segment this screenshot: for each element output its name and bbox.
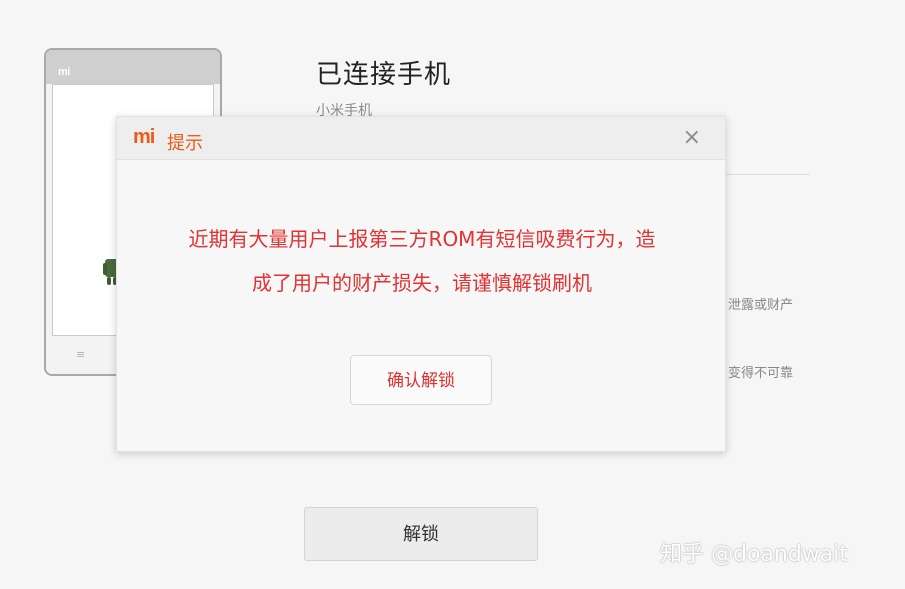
- phone-mi-logo: mi: [58, 66, 70, 78]
- unlock-button[interactable]: 解锁: [304, 507, 538, 561]
- warning-text-2: 变得不可靠: [728, 366, 794, 381]
- page-title: 已连接手机: [316, 60, 452, 90]
- confirm-unlock-button[interactable]: 确认解锁: [350, 355, 492, 405]
- warning-message: 近期有大量用户上报第三方ROM有短信吸费行为，造成了用户的财产损失，请谨慎解锁刷…: [188, 227, 656, 295]
- phone-menu-icon: ≡: [76, 348, 86, 361]
- phone-top-bar: [46, 50, 220, 84]
- close-icon[interactable]: ×: [683, 125, 701, 151]
- warning-text-1: 泄露或财产: [728, 298, 794, 313]
- divider: [726, 174, 810, 175]
- mi-logo-icon: mi: [133, 126, 155, 148]
- dialog-title: 提示: [167, 133, 203, 154]
- watermark: 知乎 @doandwait: [660, 542, 849, 567]
- notice-dialog: mi 提示 × 近期有大量用户上报第三方ROM有短信吸费行为，造成了用户的财产损…: [116, 116, 726, 452]
- dialog-header: mi 提示 ×: [117, 117, 725, 160]
